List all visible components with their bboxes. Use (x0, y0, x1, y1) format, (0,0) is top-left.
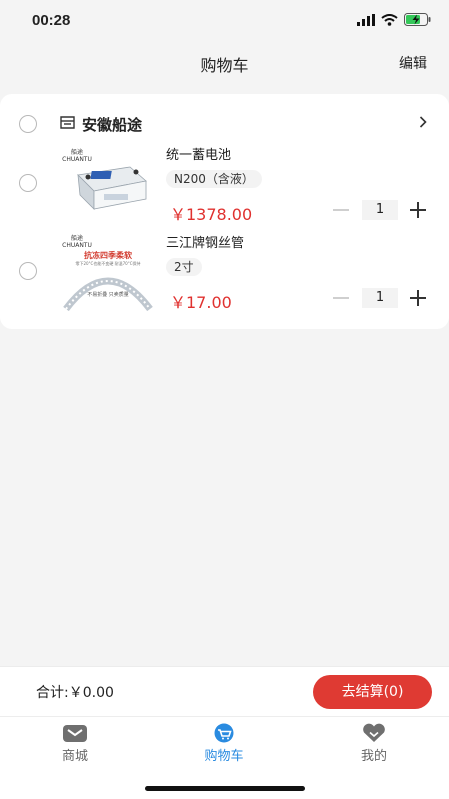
tab-label: 我的 (360, 749, 387, 764)
cart-icon (214, 723, 234, 743)
quantity-decrease-button[interactable] (333, 209, 349, 211)
product-price: ￥1378.00 (170, 205, 253, 224)
heart-profile-icon (363, 723, 385, 742)
product-spec-tag[interactable]: 2寸 (166, 258, 202, 276)
quantity-decrease-button[interactable] (333, 297, 349, 299)
status-icons (357, 13, 431, 26)
tab-label: 商城 (61, 749, 88, 764)
product-title[interactable]: 统一蓄电池 (166, 144, 231, 163)
product-price: ￥17.00 (170, 293, 232, 312)
product-select-checkbox[interactable] (19, 262, 37, 280)
cellular-signal-icon (357, 13, 375, 26)
product-image-hose[interactable]: 船途 CHUANTU 抗冻四季柔软 零下20°C也能不变硬 耐温70°C保持 不易… (60, 233, 156, 311)
hose-product-illustration (63, 277, 153, 311)
chevron-right-icon[interactable] (419, 116, 427, 128)
battery-charging-icon (404, 13, 431, 26)
checkout-bar: 合计:￥0.00 去结算(0) (0, 666, 449, 716)
product-spec-tag[interactable]: N200（含液） (166, 170, 262, 188)
status-time: 00:28 (32, 12, 71, 29)
edit-button[interactable]: 编辑 (399, 53, 427, 73)
quantity-increase-button[interactable] (410, 290, 426, 306)
product-select-checkbox[interactable] (19, 174, 37, 192)
mall-icon (63, 725, 87, 742)
product-image-battery[interactable]: 船途 CHUANTU (60, 147, 156, 225)
home-indicator (145, 786, 305, 791)
status-bar: 00:28 (0, 0, 449, 44)
product-title[interactable]: 三江牌钢丝管 (166, 232, 244, 251)
nav-bar: 购物车 编辑 (0, 44, 449, 82)
checkout-button[interactable]: 去结算(0) (313, 675, 432, 709)
tab-cart[interactable]: 购物车 (179, 723, 269, 764)
cart-total: 合计:￥0.00 (36, 685, 114, 701)
quantity-increase-button[interactable] (410, 202, 426, 218)
wifi-icon (381, 13, 398, 26)
tab-label: 购物车 (204, 749, 244, 764)
tab-mall[interactable]: 商城 (30, 723, 120, 764)
tab-profile[interactable]: 我的 (329, 723, 419, 764)
quantity-input[interactable]: 1 (362, 288, 398, 308)
promo-footer: 不易折叠 只卖质量 (87, 292, 129, 298)
store-name[interactable]: 安徽船途 (82, 114, 142, 135)
store-icon (60, 116, 75, 129)
page-title: 购物车 (200, 56, 249, 75)
store-select-checkbox[interactable] (19, 115, 37, 133)
quantity-input[interactable]: 1 (362, 200, 398, 220)
brand-logo: 船途 CHUANTU (62, 149, 92, 163)
